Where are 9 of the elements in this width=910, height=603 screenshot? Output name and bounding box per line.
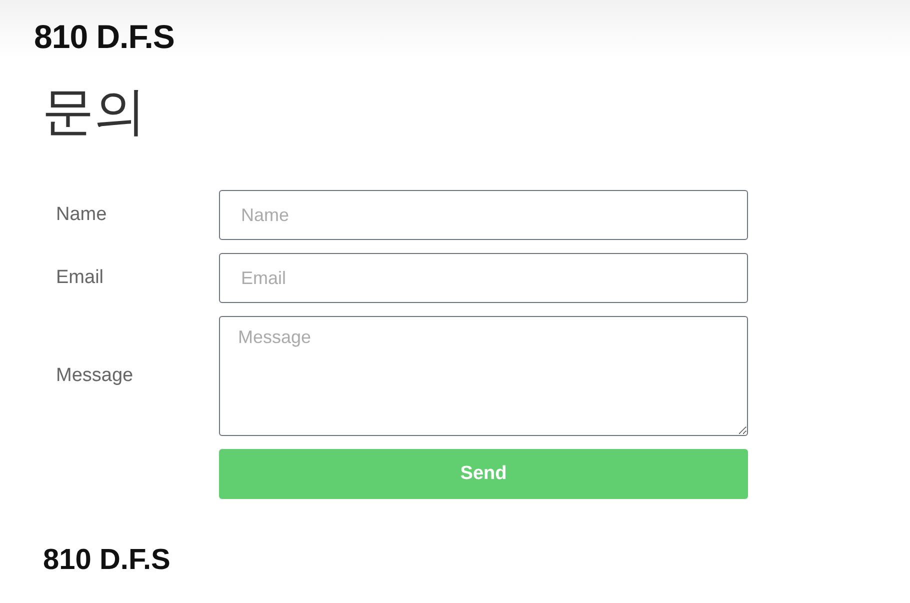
message-field[interactable]: Message	[219, 316, 748, 436]
logo-text[interactable]: 810 D.F.S	[34, 20, 174, 54]
page-title: 문의	[42, 82, 146, 142]
footer-logo-text[interactable]: 810 D.F.S	[43, 545, 170, 575]
field-label: Name	[56, 202, 108, 227]
input-field[interactable]: Name	[219, 190, 748, 240]
input-field[interactable]: Email	[219, 253, 748, 303]
field-label: Email	[56, 266, 105, 290]
field-label: Message	[56, 364, 134, 388]
